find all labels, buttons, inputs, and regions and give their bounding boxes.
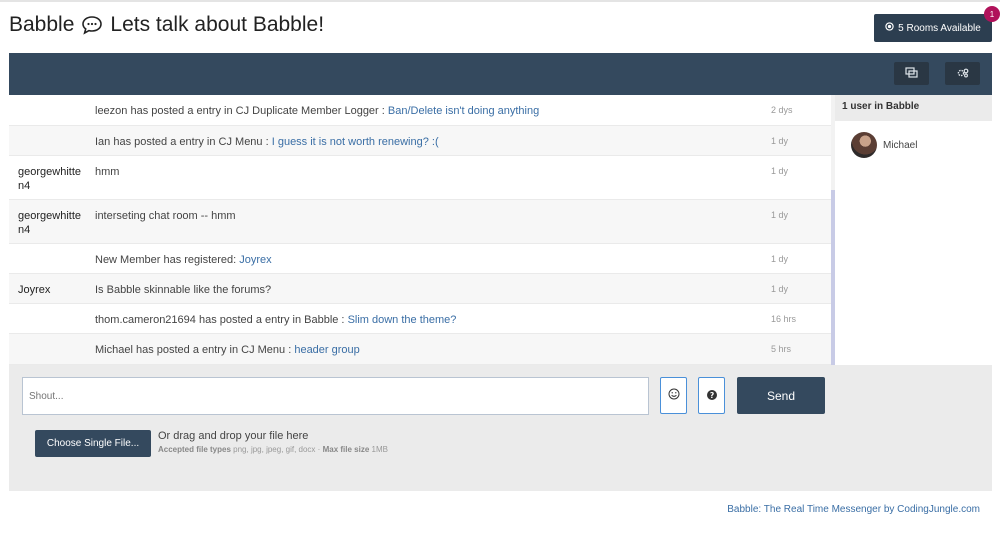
message-body: Is Babble skinnable like the forums? xyxy=(86,274,771,303)
message-time: 1 dy xyxy=(771,254,789,264)
shout-input[interactable] xyxy=(22,377,649,415)
avatar xyxy=(851,132,877,158)
composer-area: ? Send Choose Single File... Or drag and… xyxy=(9,365,992,491)
circle-dot-icon xyxy=(885,22,894,34)
separator-dot: · xyxy=(317,445,321,454)
message-time: 1 dy xyxy=(771,210,789,220)
message-row: New Member has registered: Joyrex 1 dy xyxy=(9,244,831,274)
message-list: leezon has posted a entry in CJ Duplicat… xyxy=(9,95,831,365)
message-user[interactable]: georgewhitten4 xyxy=(9,156,86,199)
choose-file-button[interactable]: Choose Single File... xyxy=(35,430,151,457)
online-users-heading: 1 user in Babble xyxy=(835,95,992,121)
gears-icon xyxy=(957,65,969,83)
max-size-value: 1MB xyxy=(371,445,388,454)
top-border xyxy=(0,0,1000,2)
svg-text:?: ? xyxy=(709,391,713,400)
message-body: Ian has posted a entry in CJ Menu : I gu… xyxy=(86,126,771,155)
message-row: Ian has posted a entry in CJ Menu : I gu… xyxy=(9,126,831,156)
online-user-name: Michael xyxy=(883,139,918,151)
message-text: Ian has posted a entry in CJ Menu : xyxy=(95,136,272,148)
message-user[interactable] xyxy=(9,304,86,333)
popout-button[interactable] xyxy=(894,62,929,85)
message-user[interactable] xyxy=(9,244,86,273)
page-title: Babble Lets talk about Babble! xyxy=(9,13,324,37)
footer-credit-link[interactable]: Babble: The Real Time Messenger by Codin… xyxy=(727,504,980,515)
rooms-available-button[interactable]: 5 Rooms Available xyxy=(874,14,992,42)
message-body: New Member has registered: Joyrex xyxy=(86,244,771,273)
rooms-notification-badge: 1 xyxy=(984,6,1000,22)
app-name: Babble xyxy=(9,13,75,36)
message-user[interactable]: georgewhitten4 xyxy=(9,200,86,243)
message-row: georgewhitten4 interseting chat room -- … xyxy=(9,200,831,244)
message-text: interseting chat room -- hmm xyxy=(95,210,236,222)
popout-icon xyxy=(905,65,918,83)
message-time: 16 hrs xyxy=(771,314,797,324)
message-body: hmm xyxy=(86,156,771,199)
message-time: 5 hrs xyxy=(771,344,792,354)
message-body: leezon has posted a entry in CJ Duplicat… xyxy=(86,95,771,125)
message-link[interactable]: Ban/Delete isn't doing anything xyxy=(388,105,539,117)
online-user-item[interactable]: Michael xyxy=(835,121,992,158)
max-size-label: Max file size xyxy=(322,445,370,454)
accepted-types-value: png, jpg, jpeg, gif, docx xyxy=(233,445,316,454)
message-user[interactable]: Joyrex xyxy=(9,274,86,303)
send-button[interactable]: Send xyxy=(737,377,825,414)
message-row: leezon has posted a entry in CJ Duplicat… xyxy=(9,95,831,126)
message-text: leezon has posted a entry in CJ Duplicat… xyxy=(95,105,388,117)
message-user[interactable] xyxy=(9,126,86,155)
message-time: 1 dy xyxy=(771,284,789,294)
file-requirements: Accepted file types png, jpg, jpeg, gif,… xyxy=(158,445,388,454)
online-users-panel: 1 user in Babble Michael xyxy=(835,95,992,365)
message-row: Joyrex Is Babble skinnable like the foru… xyxy=(9,274,831,304)
message-text: thom.cameron21694 has posted a entry in … xyxy=(95,314,348,326)
message-link[interactable]: I guess it is not worth renewing? :( xyxy=(272,136,439,148)
drop-zone-text[interactable]: Or drag and drop your file here xyxy=(158,430,308,442)
message-body: interseting chat room -- hmm xyxy=(86,200,771,243)
help-button[interactable]: ? xyxy=(698,377,725,414)
message-link[interactable]: Slim down the theme? xyxy=(348,314,457,326)
message-body: thom.cameron21694 has posted a entry in … xyxy=(86,304,771,333)
message-text: hmm xyxy=(95,166,120,178)
settings-button[interactable] xyxy=(945,62,980,85)
message-user[interactable] xyxy=(9,334,86,364)
accepted-types-label: Accepted file types xyxy=(158,445,231,454)
message-time: 1 dy xyxy=(771,136,789,146)
rooms-button-label: 5 Rooms Available xyxy=(898,22,981,34)
message-time: 2 dys xyxy=(771,105,793,115)
speech-bubble-icon xyxy=(81,14,103,36)
message-user[interactable] xyxy=(9,95,86,125)
message-link[interactable]: header group xyxy=(294,344,359,356)
message-link[interactable]: Joyrex xyxy=(239,254,271,266)
message-row: Michael has posted a entry in CJ Menu : … xyxy=(9,334,831,365)
question-icon: ? xyxy=(706,389,717,403)
emoji-button[interactable] xyxy=(660,377,687,414)
message-time: 1 dy xyxy=(771,166,789,176)
smiley-icon xyxy=(668,388,680,403)
message-row: thom.cameron21694 has posted a entry in … xyxy=(9,304,831,334)
page-tagline: Lets talk about Babble! xyxy=(110,13,325,36)
message-body: Michael has posted a entry in CJ Menu : … xyxy=(86,334,771,364)
message-text: New Member has registered: xyxy=(95,254,240,266)
message-row: georgewhitten4 hmm 1 dy xyxy=(9,156,831,200)
chat-toolbar xyxy=(9,53,992,95)
message-text: Is Babble skinnable like the forums? xyxy=(95,284,272,296)
message-text: Michael has posted a entry in CJ Menu : xyxy=(95,344,295,356)
